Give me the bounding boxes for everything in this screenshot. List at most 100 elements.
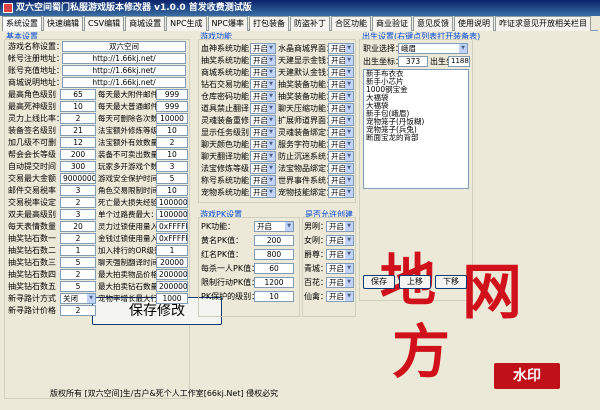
basic-right-input[interactable]: 20000 [156,257,188,268]
basic-right-input[interactable]: 10000 [156,113,188,124]
basic-row-input[interactable]: http://1.66kj.net/ [62,65,186,76]
tab-1[interactable]: 快速编辑 [43,16,83,31]
tab-3[interactable]: 商城设置 [125,16,166,31]
func-right-select[interactable]: 开启 [328,175,354,186]
birth-btn-0[interactable]: 保存 [363,275,395,289]
tab-11[interactable]: 使用说明 [453,16,494,31]
basic-left-input[interactable]: 12 [60,137,96,148]
basic-left-input[interactable]: 3 [60,209,96,220]
pk-field[interactable]: 800 [254,249,294,260]
basic-right-input[interactable]: 999 [156,89,188,100]
func-right-select[interactable]: 开启 [328,103,354,114]
func-left-select[interactable]: 开启 [250,103,276,114]
pk-field[interactable]: 200 [254,235,294,246]
basic-right-input[interactable]: 10 [156,185,188,196]
basic-left-input[interactable]: 21 [60,125,96,136]
basic-row-input[interactable]: 双六空间 [62,41,186,52]
basic-left-input[interactable]: 5 [60,281,96,292]
basic-left-input[interactable]: 65 [60,89,96,100]
basic-row-input[interactable]: http://1.66kj.net/ [62,53,186,64]
basic-right-input[interactable]: 10 [156,149,188,160]
basic-row-input[interactable]: http://1.66kj.net/ [62,77,186,88]
tab-4[interactable]: NPC生成 [166,16,207,31]
basic-right-input[interactable]: 5 [156,173,188,184]
create-select[interactable]: 开启 [326,235,354,246]
basic-left-input[interactable]: 200 [60,149,96,160]
basic-right-input[interactable]: 2 [156,137,188,148]
func-left-select[interactable]: 开启 [250,127,276,138]
func-right-select[interactable]: 开启 [328,55,354,66]
func-left-select[interactable]: 开启 [250,175,276,186]
func-right-select[interactable]: 开启 [328,91,354,102]
tab-2[interactable]: CSV编辑 [84,16,125,31]
func-left-select[interactable]: 开启 [250,151,276,162]
func-left-select[interactable]: 开启 [250,91,276,102]
tab-0[interactable]: 系统设置 [2,16,42,32]
func-right-select[interactable]: 开启 [328,127,354,138]
func-right-select[interactable]: 开启 [328,139,354,150]
func-left-select[interactable]: 开启 [250,43,276,54]
basic-right-input[interactable]: 999 [156,101,188,112]
basic-left-input[interactable]: 300 [60,161,96,172]
tab-12[interactable]: 咋证求意见开放相关栏目 [494,16,591,31]
basic-left-input[interactable]: 3 [60,185,96,196]
basic-right-input[interactable]: 1 [156,245,188,256]
func-left-select[interactable]: 开启 [250,67,276,78]
job-select[interactable]: 峨眉 [398,43,468,54]
basic-left-input[interactable]: 10 [60,101,96,112]
basic-right-input[interactable]: 1000 [156,293,188,304]
basic-right-input[interactable]: 1000000 [156,197,188,208]
tab-6[interactable]: 打包装备 [248,16,289,31]
func-left-select[interactable]: 开启 [250,79,276,90]
tab-8[interactable]: 合区功能 [330,16,371,31]
tab-7[interactable]: 防盗补丁 [289,16,330,31]
basic-left-input[interactable]: 900000000 [60,173,96,184]
basic-right-input[interactable]: 100000 [156,209,188,220]
pk-field[interactable]: 开启 [254,221,294,232]
basic-left-input[interactable]: 2 [60,269,96,280]
basic-left-input[interactable]: 2 [60,113,96,124]
birth-x-input[interactable]: 373 [398,56,428,67]
func-right-select[interactable]: 开启 [328,43,354,54]
basic-left-input[interactable]: 2 [60,233,96,244]
func-left-select[interactable]: 开启 [250,163,276,174]
pk-field[interactable]: 10 [254,291,294,302]
basic-left-input[interactable]: 1 [60,245,96,256]
basic-left-input[interactable]: 5 [60,257,96,268]
basic-right-input[interactable]: 0xFFFFFF [156,221,188,232]
basic-left-input[interactable]: 2 [60,197,96,208]
func-right-select[interactable]: 开启 [328,79,354,90]
func-left-select[interactable]: 开启 [250,55,276,66]
create-select[interactable]: 开启 [326,249,354,260]
basic-right-input[interactable]: 200000000 [156,269,188,280]
basic-right-input[interactable]: 3 [156,161,188,172]
birth-y-input[interactable]: 1188 [448,56,470,67]
create-select[interactable]: 开启 [326,221,354,232]
pk-field[interactable]: 60 [254,263,294,274]
basic-left-input[interactable]: 2 [60,305,96,316]
tab-9[interactable]: 商业验证 [371,16,412,31]
create-select[interactable]: 开启 [326,291,354,302]
basic-left-input[interactable]: 20 [60,221,96,232]
func-left-select[interactable]: 开启 [250,139,276,150]
birth-btn-1[interactable]: 上移 [399,275,431,289]
func-right-select[interactable]: 开启 [328,67,354,78]
func-right-select[interactable]: 开启 [328,187,354,198]
func-right-select[interactable]: 开启 [328,151,354,162]
birth-btn-2[interactable]: 下移 [435,275,467,289]
birth-list-item[interactable]: 断面宝龙的背部 [364,134,468,142]
tab-5[interactable]: NPC爆率 [207,16,248,31]
func-right-select[interactable]: 开启 [328,115,354,126]
pk-field[interactable]: 1200 [254,277,294,288]
create-select[interactable]: 开启 [326,277,354,288]
basic-right-input[interactable]: 0xFFFFFF [156,233,188,244]
basic-left-select[interactable]: 关闭 [60,293,96,304]
basic-right-input[interactable]: 200000000 [156,281,188,292]
func-left-select[interactable]: 开启 [250,187,276,198]
func-right-select[interactable]: 开启 [328,163,354,174]
tab-10[interactable]: 意见反馈 [412,16,453,31]
basic-right-input[interactable]: 10 [156,125,188,136]
func-left-select[interactable]: 开启 [250,115,276,126]
create-select[interactable]: 开启 [326,263,354,274]
birth-item-list[interactable]: 新手布衣衣 新手小芯片 1000钢宝金 大福袋 大福袋 新手包(峨眉) 宠物笼子(丹饭糊) 宠… [363,69,469,189]
